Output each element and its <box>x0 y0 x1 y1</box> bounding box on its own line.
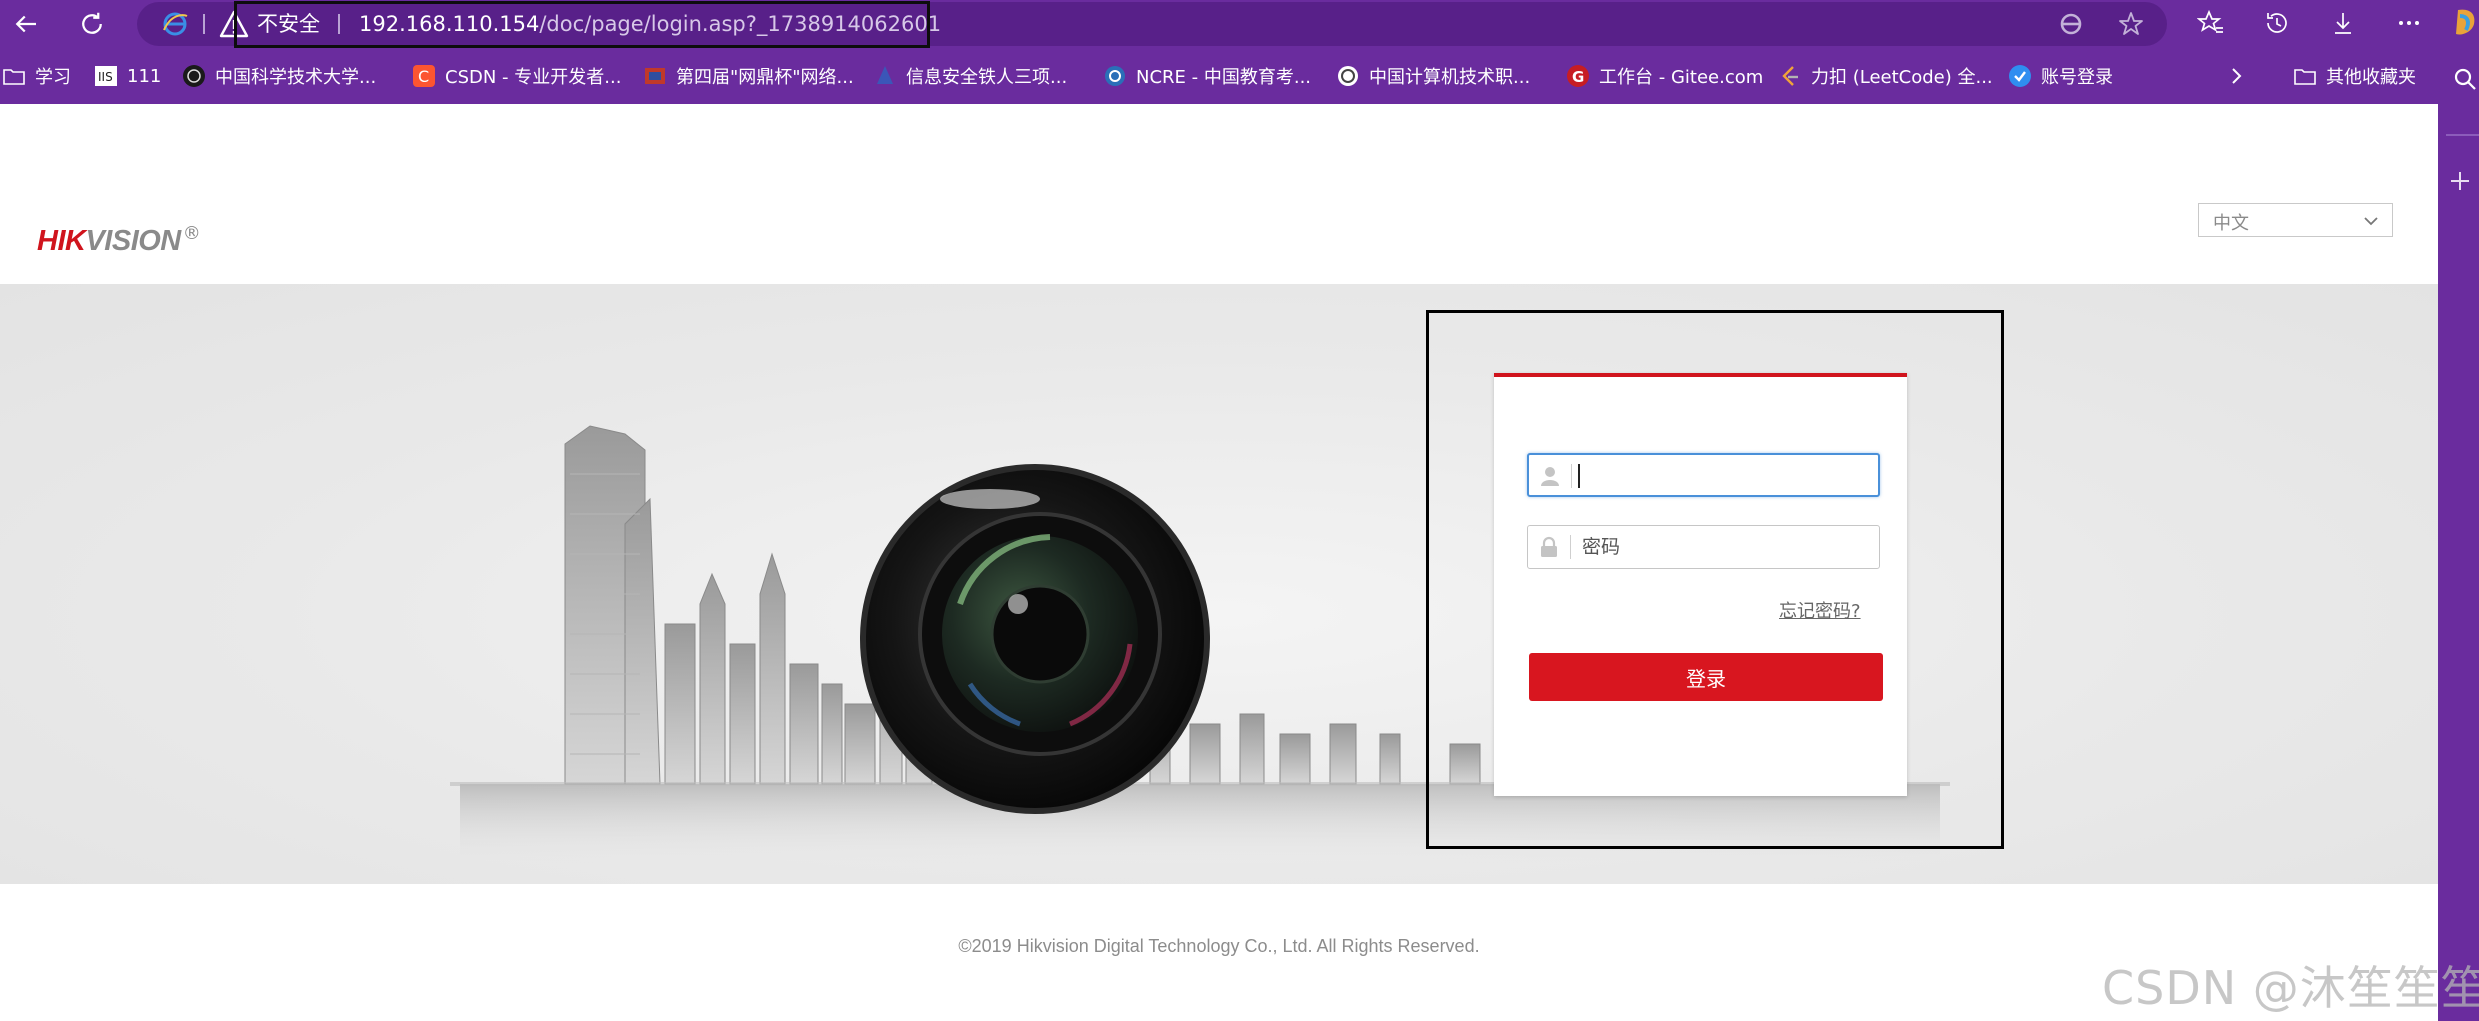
username-field[interactable] <box>1527 453 1880 497</box>
favorites-list-icon <box>2197 9 2223 33</box>
bookmark-item[interactable]: NCRE - 中国教育考... <box>1103 60 1311 92</box>
hero-banner <box>0 284 2438 884</box>
text-caret <box>1578 464 1580 488</box>
password-input[interactable] <box>1582 530 1872 564</box>
sidebar-panel <box>2438 104 2479 1021</box>
hikvision-logo: HIKVISION ® <box>37 224 201 258</box>
bookmark-item[interactable]: C CSDN - 专业开发者... <box>412 60 621 92</box>
bookmark-item[interactable]: 第四届"网鼎杯"网络... <box>643 60 854 92</box>
bookmark-label: 力扣 (LeetCode) 全... <box>1811 67 1993 88</box>
forgot-password-link[interactable]: 忘记密码? <box>1779 597 1861 623</box>
url-highlight-box <box>234 1 930 48</box>
site-icon <box>2009 65 2031 87</box>
gitee-icon: G <box>1567 65 1589 87</box>
back-button[interactable] <box>0 2 56 46</box>
bookmark-item[interactable]: IIS 111 <box>94 60 161 92</box>
bookmark-label: 工作台 - Gitee.com <box>1599 67 1764 88</box>
ie-mode-icon[interactable] <box>161 10 189 38</box>
bookmark-label: NCRE - 中国教育考... <box>1136 67 1312 88</box>
bookmark-item[interactable]: G 工作台 - Gitee.com <box>1566 60 1763 92</box>
site-icon: IIS <box>95 66 117 86</box>
svg-text:C: C <box>418 67 429 86</box>
sidebar-divider <box>2446 134 2479 136</box>
site-icon <box>1338 66 1358 86</box>
chevron-right-icon <box>2232 68 2242 84</box>
downloads-button[interactable] <box>2326 6 2360 40</box>
bookmark-item[interactable]: 中国科学技术大学... <box>182 60 376 92</box>
bookmark-label: 第四届"网鼎杯"网络... <box>676 67 854 88</box>
favorite-star-icon[interactable] <box>2117 10 2145 38</box>
bookmarks-bar: 学习 IIS 111 中国科学技术大学... C CSDN - 专业开发者...… <box>0 56 2479 96</box>
language-selected-value: 中文 <box>2213 213 2249 234</box>
refresh-button[interactable] <box>62 2 122 46</box>
bookmark-label: 中国计算机技术职... <box>1369 67 1531 88</box>
site-icon <box>877 66 893 84</box>
copyright-footer: ©2019 Hikvision Digital Technology Co., … <box>958 936 1480 956</box>
user-icon <box>1541 467 1559 486</box>
site-icon <box>183 65 205 87</box>
svg-text:IIS: IIS <box>98 70 113 84</box>
bookmark-label: CSDN - 专业开发者... <box>445 67 622 88</box>
bookmark-label: 信息安全铁人三项... <box>906 67 1068 88</box>
favorites-button[interactable] <box>2194 6 2228 40</box>
other-favorites-folder[interactable]: 其他收藏夹 <box>2293 60 2416 92</box>
more-menu-button[interactable] <box>2392 6 2426 40</box>
bookmark-label: 学习 <box>35 67 71 88</box>
bookmark-label: 中国科学技术大学... <box>215 67 377 88</box>
download-icon <box>2335 13 2351 34</box>
bookmark-item[interactable]: 账号登录 <box>2008 60 2113 92</box>
add-icon[interactable] <box>2449 170 2471 192</box>
bookmark-item[interactable]: 学习 <box>2 60 71 92</box>
username-input[interactable] <box>1583 459 1873 493</box>
history-icon <box>2267 13 2287 33</box>
back-arrow-icon <box>15 15 36 33</box>
bookmark-label: 账号登录 <box>2041 67 2113 88</box>
password-field[interactable] <box>1527 525 1880 569</box>
history-button[interactable] <box>2260 6 2294 40</box>
site-icon <box>1105 66 1125 86</box>
field-separator <box>1571 464 1572 488</box>
logo-hik: HIK <box>37 225 86 257</box>
login-card: 忘记密码? 登录 <box>1494 373 1907 796</box>
field-separator <box>1570 535 1571 559</box>
folder-icon <box>3 69 25 85</box>
search-icon[interactable] <box>2452 66 2478 92</box>
browser-toolbar: 不安全 192.168.110.154/doc/page/login.asp?_… <box>0 0 2479 104</box>
more-dots-icon <box>2399 21 2419 25</box>
leetcode-icon <box>1782 66 1798 86</box>
bookmark-item[interactable]: 中国计算机技术职... <box>1336 60 1530 92</box>
bookmark-item[interactable]: 力扣 (LeetCode) 全... <box>1778 60 1993 92</box>
login-button[interactable]: 登录 <box>1529 653 1883 701</box>
language-select[interactable]: 中文 <box>2198 203 2393 237</box>
ie-mode-toggle-icon[interactable] <box>2057 10 2085 38</box>
site-icon <box>645 68 665 84</box>
logo-vision: VISION <box>85 225 181 257</box>
svg-text:G: G <box>1572 68 1584 86</box>
other-favorites-label: 其他收藏夹 <box>2326 67 2416 88</box>
address-separator <box>203 14 205 34</box>
refresh-icon <box>82 12 102 34</box>
lock-icon <box>1541 536 1557 557</box>
bookmark-label: 111 <box>127 65 162 87</box>
csdn-watermark: CSDN @沐笙笙笙 <box>2102 961 2479 1015</box>
logo-wordmark: HIKVISION <box>37 224 181 258</box>
folder-icon <box>2294 69 2316 85</box>
logo-registered-mark: ® <box>182 223 201 244</box>
bookmark-item[interactable]: 信息安全铁人三项... <box>873 60 1067 92</box>
csdn-icon: C <box>413 65 435 87</box>
chevron-down-icon <box>2364 217 2378 226</box>
copilot-icon[interactable] <box>2452 6 2478 40</box>
bookmarks-overflow-button[interactable] <box>2224 60 2257 92</box>
